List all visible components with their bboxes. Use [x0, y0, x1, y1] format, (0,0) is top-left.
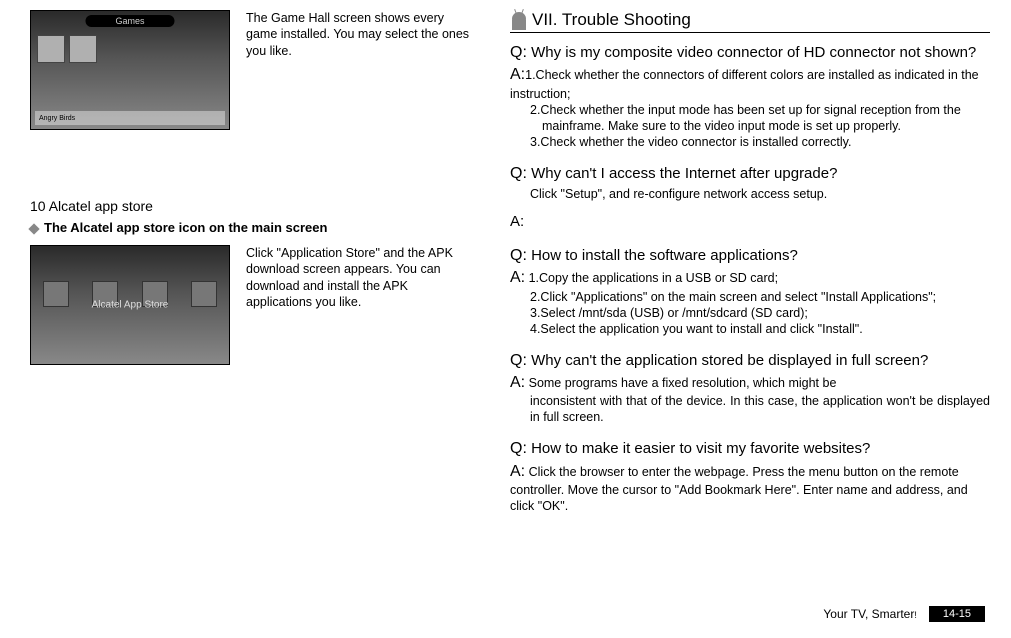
question-4: Q: Why can't the application stored be d…	[510, 351, 990, 371]
qa-block-4: Q: Why can't the application stored be d…	[510, 351, 990, 426]
a-label: A:	[510, 463, 525, 480]
answer-5: A: Click the browser to enter the webpag…	[510, 462, 990, 514]
appstore-screenshot: Alcatel App Store	[30, 245, 230, 365]
right-column: VII. Trouble Shooting Q: Why is my compo…	[510, 10, 990, 528]
gamehall-block: Games Angry Birds The Game Hall screen s…	[30, 10, 470, 130]
answer-2-label: A:	[510, 212, 990, 231]
answer-3: A: 1.Copy the applications in a USB or S…	[510, 268, 990, 336]
page-spread: Games Angry Birds The Game Hall screen s…	[0, 0, 1011, 528]
screenshot-bottom-label: Angry Birds	[39, 115, 75, 122]
answer-item: 1.Check whether the connectors of differ…	[510, 68, 979, 100]
answer-text: Click the browser to enter the webpage. …	[510, 465, 968, 513]
screenshot-app-icons	[37, 35, 97, 63]
qa-block-2: Q: Why can't I access the Internet after…	[510, 164, 990, 232]
q-label: Q:	[510, 247, 527, 264]
question-text: Why is my composite video connector of H…	[531, 44, 976, 61]
question-text: Why can't I access the Internet after up…	[531, 165, 837, 182]
answer-item: 3.Select /mnt/sda (USB) or /mnt/sdcard (…	[510, 305, 990, 321]
q-label: Q:	[510, 165, 527, 182]
android-icon	[510, 10, 528, 30]
app-icon	[69, 35, 97, 63]
diamond-bullet-icon	[28, 223, 39, 234]
appstore-block: Alcatel App Store Click "Application Sto…	[30, 245, 470, 365]
qa-block-3: Q: How to install the software applicati…	[510, 246, 990, 337]
gamehall-description: The Game Hall screen shows every game in…	[246, 10, 470, 59]
answer-item: 1.Copy the applications in a USB or SD c…	[529, 271, 778, 285]
subheading-text: The Alcatel app store icon on the main s…	[44, 220, 327, 235]
q-label: Q:	[510, 44, 527, 61]
answer-item: 2.Click "Applications" on the main scree…	[510, 289, 990, 305]
section-10-title: 10 Alcatel app store	[30, 198, 470, 214]
a-label: A:	[510, 269, 525, 286]
chapter-title: VII. Trouble Shooting	[532, 10, 691, 30]
screenshot-topbar: Games	[85, 15, 174, 27]
question-2: Q: Why can't I access the Internet after…	[510, 164, 990, 184]
chapter-heading-row: VII. Trouble Shooting	[510, 10, 990, 33]
tile	[191, 281, 217, 307]
screenshot-bottombar: Angry Birds	[35, 111, 225, 125]
question-1: Q: Why is my composite video connector o…	[510, 43, 990, 63]
appstore-subheading: The Alcatel app store icon on the main s…	[30, 220, 470, 235]
answer-2-sub: Click "Setup", and re-configure network …	[510, 186, 990, 202]
question-text: How to make it easier to visit my favori…	[531, 440, 870, 457]
q-label: Q:	[510, 440, 527, 457]
answer-1: A:1.Check whether the connectors of diff…	[510, 65, 990, 149]
footer-tagline: Your TV, Smarter!	[823, 607, 916, 621]
answer-text-line2: inconsistent with that of the device. In…	[510, 393, 990, 425]
app-icon	[37, 35, 65, 63]
qa-block-1: Q: Why is my composite video connector o…	[510, 43, 990, 150]
answer-text-line1: Some programs have a fixed resolution, w…	[529, 376, 837, 390]
tile	[43, 281, 69, 307]
answer-4: A: Some programs have a fixed resolution…	[510, 373, 990, 425]
appstore-center-label: Alcatel App Store	[92, 300, 169, 311]
a-label: A:	[510, 66, 525, 83]
question-5: Q: How to make it easier to visit my fav…	[510, 439, 990, 459]
page-footer: Your TV, Smarter! 14-15	[823, 606, 985, 622]
left-column: Games Angry Birds The Game Hall screen s…	[30, 10, 470, 528]
question-3: Q: How to install the software applicati…	[510, 246, 990, 266]
a-label: A:	[510, 374, 525, 391]
tagline-text: Your TV, Smarter	[823, 607, 914, 621]
question-text: How to install the software applications…	[531, 247, 798, 264]
q-label: Q:	[510, 352, 527, 369]
tagline-excl: !	[914, 610, 917, 620]
appstore-description: Click "Application Store" and the APK do…	[246, 245, 470, 310]
page-number-badge: 14-15	[929, 606, 985, 622]
qa-block-5: Q: How to make it easier to visit my fav…	[510, 439, 990, 514]
answer-item: 2.Check whether the input mode has been …	[510, 102, 990, 134]
answer-item: 4.Select the application you want to ins…	[510, 321, 990, 337]
question-text: Why can't the application stored be disp…	[531, 352, 928, 369]
gamehall-screenshot: Games Angry Birds	[30, 10, 230, 130]
answer-item: 3.Check whether the video connector is i…	[510, 134, 990, 150]
